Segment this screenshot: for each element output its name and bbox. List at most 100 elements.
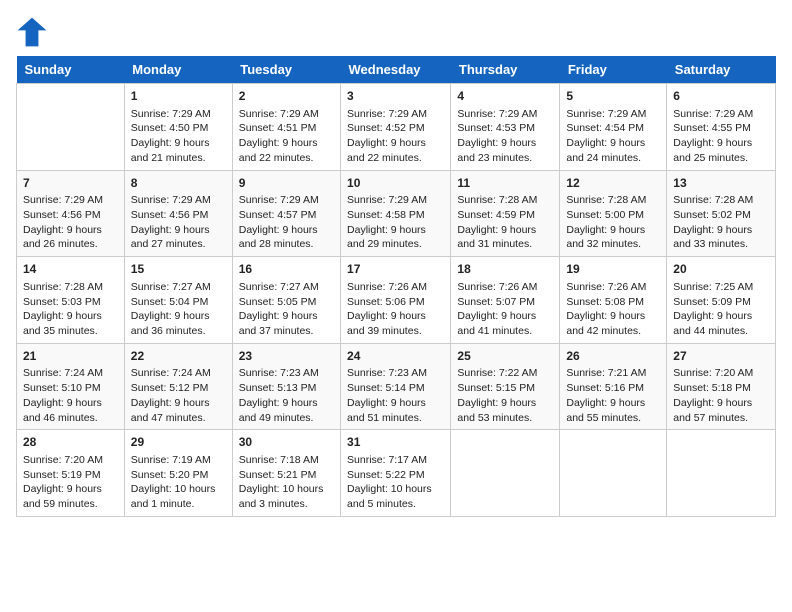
calendar-table: SundayMondayTuesdayWednesdayThursdayFrid… <box>16 56 776 517</box>
day-info: Sunrise: 7:27 AM Sunset: 5:05 PM Dayligh… <box>239 280 334 339</box>
day-number: 1 <box>131 88 226 105</box>
day-number: 8 <box>131 175 226 192</box>
day-info: Sunrise: 7:21 AM Sunset: 5:16 PM Dayligh… <box>566 366 660 425</box>
day-cell: 18 Sunrise: 7:26 AM Sunset: 5:07 PM Dayli… <box>451 257 560 344</box>
day-cell: 4 Sunrise: 7:29 AM Sunset: 4:53 PM Daylig… <box>451 84 560 171</box>
day-info: Sunrise: 7:29 AM Sunset: 4:52 PM Dayligh… <box>347 107 444 166</box>
day-number: 29 <box>131 434 226 451</box>
day-info: Sunrise: 7:23 AM Sunset: 5:14 PM Dayligh… <box>347 366 444 425</box>
day-info: Sunrise: 7:29 AM Sunset: 4:57 PM Dayligh… <box>239 193 334 252</box>
day-info: Sunrise: 7:29 AM Sunset: 4:54 PM Dayligh… <box>566 107 660 166</box>
day-cell: 26Sunrise: 7:21 AM Sunset: 5:16 PM Dayli… <box>560 343 667 430</box>
day-number: 2 <box>239 88 334 105</box>
day-info: Sunrise: 7:26 AM Sunset: 5:06 PM Dayligh… <box>347 280 444 339</box>
day-cell: 12Sunrise: 7:28 AM Sunset: 5:00 PM Dayli… <box>560 170 667 257</box>
day-cell: 25Sunrise: 7:22 AM Sunset: 5:15 PM Dayli… <box>451 343 560 430</box>
week-row-2: 7 Sunrise: 7:29 AM Sunset: 4:56 PM Daylig… <box>17 170 776 257</box>
day-cell: 20 Sunrise: 7:25 AM Sunset: 5:09 PM Dayli… <box>667 257 776 344</box>
day-info: Sunrise: 7:19 AM Sunset: 5:20 PM Dayligh… <box>131 453 226 512</box>
day-cell: 28 Sunrise: 7:20 AM Sunset: 5:19 PM Dayli… <box>17 430 125 517</box>
header-day-thursday: Thursday <box>451 56 560 84</box>
day-info: Sunrise: 7:28 AM Sunset: 5:02 PM Dayligh… <box>673 193 769 252</box>
day-number: 6 <box>673 88 769 105</box>
day-info: Sunrise: 7:23 AM Sunset: 5:13 PM Dayligh… <box>239 366 334 425</box>
week-row-1: 1Sunrise: 7:29 AM Sunset: 4:50 PM Daylig… <box>17 84 776 171</box>
day-info: Sunrise: 7:29 AM Sunset: 4:53 PM Dayligh… <box>457 107 553 166</box>
day-cell: 10Sunrise: 7:29 AM Sunset: 4:58 PM Dayli… <box>341 170 451 257</box>
day-cell: 2 Sunrise: 7:29 AM Sunset: 4:51 PM Daylig… <box>232 84 340 171</box>
day-number: 10 <box>347 175 444 192</box>
day-number: 22 <box>131 348 226 365</box>
day-number: 31 <box>347 434 444 451</box>
day-number: 12 <box>566 175 660 192</box>
day-cell: 24Sunrise: 7:23 AM Sunset: 5:14 PM Dayli… <box>341 343 451 430</box>
day-number: 5 <box>566 88 660 105</box>
day-info: Sunrise: 7:26 AM Sunset: 5:07 PM Dayligh… <box>457 280 553 339</box>
day-number: 23 <box>239 348 334 365</box>
day-cell: 23Sunrise: 7:23 AM Sunset: 5:13 PM Dayli… <box>232 343 340 430</box>
day-info: Sunrise: 7:22 AM Sunset: 5:15 PM Dayligh… <box>457 366 553 425</box>
day-number: 28 <box>23 434 118 451</box>
day-cell: 15 Sunrise: 7:27 AM Sunset: 5:04 PM Dayli… <box>124 257 232 344</box>
day-cell: 8Sunrise: 7:29 AM Sunset: 4:56 PM Daylig… <box>124 170 232 257</box>
day-info: Sunrise: 7:20 AM Sunset: 5:18 PM Dayligh… <box>673 366 769 425</box>
day-cell: 19 Sunrise: 7:26 AM Sunset: 5:08 PM Dayli… <box>560 257 667 344</box>
logo-icon <box>16 16 48 48</box>
day-cell: 5 Sunrise: 7:29 AM Sunset: 4:54 PM Daylig… <box>560 84 667 171</box>
header-day-saturday: Saturday <box>667 56 776 84</box>
day-number: 13 <box>673 175 769 192</box>
day-number: 17 <box>347 261 444 278</box>
day-number: 9 <box>239 175 334 192</box>
day-number: 30 <box>239 434 334 451</box>
day-info: Sunrise: 7:29 AM Sunset: 4:51 PM Dayligh… <box>239 107 334 166</box>
day-info: Sunrise: 7:28 AM Sunset: 5:03 PM Dayligh… <box>23 280 118 339</box>
week-row-4: 21Sunrise: 7:24 AM Sunset: 5:10 PM Dayli… <box>17 343 776 430</box>
day-cell: 27Sunrise: 7:20 AM Sunset: 5:18 PM Dayli… <box>667 343 776 430</box>
day-number: 15 <box>131 261 226 278</box>
day-number: 4 <box>457 88 553 105</box>
day-number: 27 <box>673 348 769 365</box>
day-info: Sunrise: 7:18 AM Sunset: 5:21 PM Dayligh… <box>239 453 334 512</box>
day-number: 7 <box>23 175 118 192</box>
week-row-5: 28 Sunrise: 7:20 AM Sunset: 5:19 PM Dayli… <box>17 430 776 517</box>
day-info: Sunrise: 7:27 AM Sunset: 5:04 PM Dayligh… <box>131 280 226 339</box>
day-cell: 3Sunrise: 7:29 AM Sunset: 4:52 PM Daylig… <box>341 84 451 171</box>
day-info: Sunrise: 7:25 AM Sunset: 5:09 PM Dayligh… <box>673 280 769 339</box>
header-day-friday: Friday <box>560 56 667 84</box>
header-day-wednesday: Wednesday <box>341 56 451 84</box>
day-number: 14 <box>23 261 118 278</box>
day-info: Sunrise: 7:17 AM Sunset: 5:22 PM Dayligh… <box>347 453 444 512</box>
day-info: Sunrise: 7:28 AM Sunset: 4:59 PM Dayligh… <box>457 193 553 252</box>
day-number: 21 <box>23 348 118 365</box>
day-cell: 30 Sunrise: 7:18 AM Sunset: 5:21 PM Dayli… <box>232 430 340 517</box>
day-cell: 22Sunrise: 7:24 AM Sunset: 5:12 PM Dayli… <box>124 343 232 430</box>
day-cell: 17 Sunrise: 7:26 AM Sunset: 5:06 PM Dayli… <box>341 257 451 344</box>
day-info: Sunrise: 7:26 AM Sunset: 5:08 PM Dayligh… <box>566 280 660 339</box>
day-cell: 11Sunrise: 7:28 AM Sunset: 4:59 PM Dayli… <box>451 170 560 257</box>
day-info: Sunrise: 7:29 AM Sunset: 4:56 PM Dayligh… <box>131 193 226 252</box>
day-cell: 7Sunrise: 7:29 AM Sunset: 4:56 PM Daylig… <box>17 170 125 257</box>
day-cell: 31 Sunrise: 7:17 AM Sunset: 5:22 PM Dayli… <box>341 430 451 517</box>
header-day-monday: Monday <box>124 56 232 84</box>
day-cell: 16 Sunrise: 7:27 AM Sunset: 5:05 PM Dayli… <box>232 257 340 344</box>
day-number: 16 <box>239 261 334 278</box>
day-cell <box>667 430 776 517</box>
header-day-sunday: Sunday <box>17 56 125 84</box>
day-info: Sunrise: 7:20 AM Sunset: 5:19 PM Dayligh… <box>23 453 118 512</box>
day-number: 19 <box>566 261 660 278</box>
day-cell <box>560 430 667 517</box>
day-number: 20 <box>673 261 769 278</box>
day-info: Sunrise: 7:24 AM Sunset: 5:12 PM Dayligh… <box>131 366 226 425</box>
week-row-3: 14 Sunrise: 7:28 AM Sunset: 5:03 PM Dayli… <box>17 257 776 344</box>
day-cell <box>17 84 125 171</box>
day-info: Sunrise: 7:24 AM Sunset: 5:10 PM Dayligh… <box>23 366 118 425</box>
day-info: Sunrise: 7:29 AM Sunset: 4:55 PM Dayligh… <box>673 107 769 166</box>
logo <box>16 16 52 48</box>
day-cell: 1Sunrise: 7:29 AM Sunset: 4:50 PM Daylig… <box>124 84 232 171</box>
day-number: 18 <box>457 261 553 278</box>
day-cell: 29 Sunrise: 7:19 AM Sunset: 5:20 PM Dayli… <box>124 430 232 517</box>
header-day-tuesday: Tuesday <box>232 56 340 84</box>
page-header <box>16 16 776 48</box>
day-cell: 9Sunrise: 7:29 AM Sunset: 4:57 PM Daylig… <box>232 170 340 257</box>
day-cell: 21Sunrise: 7:24 AM Sunset: 5:10 PM Dayli… <box>17 343 125 430</box>
